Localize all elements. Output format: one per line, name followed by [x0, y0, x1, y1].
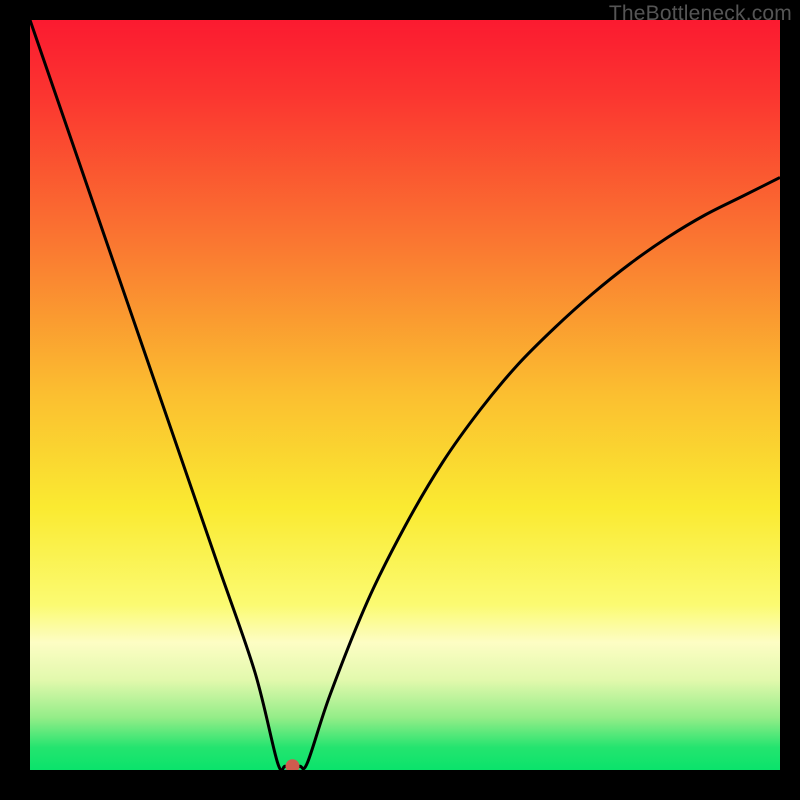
gradient-background [30, 20, 780, 770]
watermark-label: TheBottleneck.com [609, 2, 792, 26]
plot-area [30, 20, 780, 770]
chart-frame: TheBottleneck.com [0, 0, 800, 800]
bottleneck-curve-chart [30, 20, 780, 770]
